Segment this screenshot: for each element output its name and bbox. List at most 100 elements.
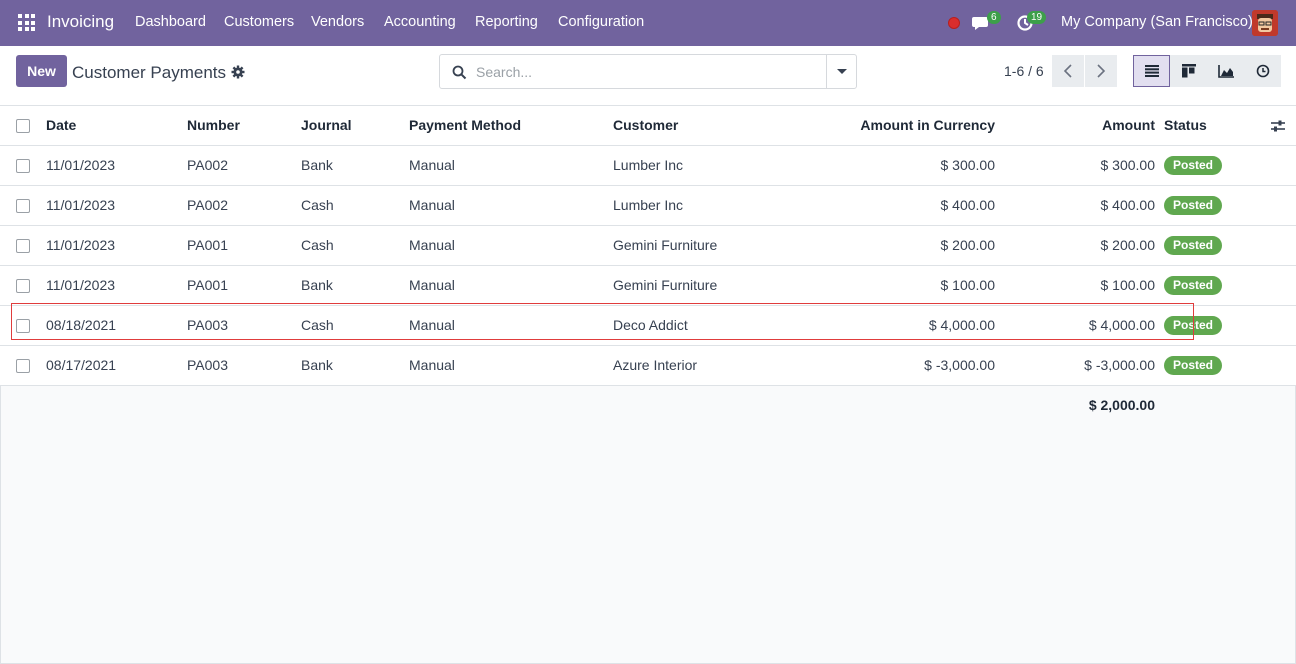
row-checkbox[interactable] bbox=[16, 239, 30, 253]
new-button[interactable]: New bbox=[16, 55, 67, 87]
table-row[interactable]: 11/01/2023 PA001 Cash Manual Gemini Furn… bbox=[0, 226, 1296, 266]
cell-date: 11/01/2023 bbox=[46, 157, 116, 173]
cell-number: PA001 bbox=[187, 277, 228, 293]
graph-view-button[interactable] bbox=[1207, 55, 1244, 87]
kanban-view-icon bbox=[1181, 64, 1196, 78]
messages-count-badge: 6 bbox=[987, 11, 1001, 24]
status-badge: Posted bbox=[1164, 356, 1223, 375]
cell-date: 08/17/2021 bbox=[46, 357, 117, 373]
status-badge: Posted bbox=[1164, 316, 1223, 335]
table-row[interactable]: 11/01/2023 PA002 Cash Manual Lumber Inc … bbox=[0, 186, 1296, 226]
cell-customer: Deco Addict bbox=[613, 317, 688, 333]
column-options-icon[interactable] bbox=[1270, 118, 1286, 134]
status-badge: Posted bbox=[1164, 236, 1223, 255]
menu-customers[interactable]: Customers bbox=[224, 14, 294, 30]
cell-journal: Bank bbox=[301, 277, 333, 293]
cell-date: 11/01/2023 bbox=[46, 237, 116, 253]
cell-journal: Cash bbox=[301, 237, 334, 253]
page-title: Customer Payments bbox=[72, 63, 226, 82]
select-all-checkbox[interactable] bbox=[16, 119, 30, 133]
cell-payment-method: Manual bbox=[409, 357, 455, 373]
company-switcher[interactable]: My Company (San Francisco) bbox=[1061, 14, 1253, 30]
cell-amount-in-currency: $ 4,000.00 bbox=[928, 317, 995, 333]
amount-total: $ 2,000.00 bbox=[1088, 397, 1155, 413]
table-header-row: Date Number Journal Payment Method Custo… bbox=[0, 106, 1296, 146]
pager-next-button[interactable] bbox=[1085, 55, 1117, 87]
search-bar bbox=[439, 54, 857, 89]
cell-amount: $ 200.00 bbox=[1100, 237, 1156, 253]
table-row[interactable]: 11/01/2023 PA001 Bank Manual Gemini Furn… bbox=[0, 266, 1296, 306]
header-amount[interactable]: Amount bbox=[1000, 106, 1155, 146]
status-badge: Posted bbox=[1164, 276, 1223, 295]
cell-date: 08/18/2021 bbox=[46, 317, 117, 333]
cell-amount-in-currency: $ 300.00 bbox=[940, 157, 996, 173]
chevron-down-icon bbox=[836, 69, 847, 74]
cell-journal: Bank bbox=[301, 357, 333, 373]
cell-date: 11/01/2023 bbox=[46, 197, 116, 213]
cell-journal: Cash bbox=[301, 317, 334, 333]
cell-amount-in-currency: $ -3,000.00 bbox=[924, 357, 995, 373]
row-checkbox[interactable] bbox=[16, 159, 30, 173]
chevron-left-icon bbox=[1063, 64, 1072, 78]
cell-journal: Cash bbox=[301, 197, 334, 213]
menu-accounting[interactable]: Accounting bbox=[384, 14, 456, 30]
status-badge: Posted bbox=[1164, 156, 1223, 175]
cell-payment-method: Manual bbox=[409, 317, 455, 333]
table-row[interactable]: 08/17/2021 PA003 Bank Manual Azure Inter… bbox=[0, 346, 1296, 386]
user-avatar[interactable] bbox=[1252, 10, 1278, 36]
top-navbar: Invoicing Dashboard Customers Vendors Ac… bbox=[0, 0, 1296, 46]
cell-payment-method: Manual bbox=[409, 197, 455, 213]
list-view-button[interactable] bbox=[1133, 55, 1170, 87]
cell-number: PA003 bbox=[187, 357, 228, 373]
cell-amount: $ 400.00 bbox=[1100, 197, 1156, 213]
cell-customer: Gemini Furniture bbox=[613, 277, 718, 293]
cell-number: PA001 bbox=[187, 237, 228, 253]
recording-indicator-icon[interactable] bbox=[948, 17, 960, 29]
menu-vendors[interactable]: Vendors bbox=[311, 14, 364, 30]
app-name[interactable]: Invoicing bbox=[47, 12, 114, 32]
cell-amount: $ 100.00 bbox=[1100, 277, 1156, 293]
cell-amount-in-currency: $ 400.00 bbox=[940, 197, 996, 213]
header-date[interactable]: Date bbox=[46, 106, 76, 146]
activities-count-badge: 19 bbox=[1027, 11, 1047, 24]
list-view-icon bbox=[1144, 65, 1159, 77]
cell-amount-in-currency: $ 200.00 bbox=[940, 237, 996, 253]
gear-icon[interactable] bbox=[231, 65, 245, 79]
cell-amount: $ 4,000.00 bbox=[1088, 317, 1155, 333]
menu-reporting[interactable]: Reporting bbox=[475, 14, 538, 30]
row-checkbox[interactable] bbox=[16, 199, 30, 213]
cell-customer: Azure Interior bbox=[613, 357, 698, 373]
cell-number: PA002 bbox=[187, 157, 228, 173]
row-checkbox[interactable] bbox=[16, 319, 30, 333]
search-input[interactable] bbox=[476, 61, 816, 83]
cell-payment-method: Manual bbox=[409, 157, 455, 173]
cell-customer: Lumber Inc bbox=[613, 197, 684, 213]
apps-menu-icon[interactable] bbox=[18, 14, 35, 31]
table-row[interactable]: 11/01/2023 PA002 Bank Manual Lumber Inc … bbox=[0, 146, 1296, 186]
header-customer[interactable]: Customer bbox=[613, 106, 678, 146]
table-row[interactable]: 08/18/2021 PA003 Cash Manual Deco Addict… bbox=[0, 306, 1296, 346]
header-number[interactable]: Number bbox=[187, 106, 240, 146]
control-panel: New Customer Payments 1-6 / 6 bbox=[0, 46, 1296, 106]
header-payment-method[interactable]: Payment Method bbox=[409, 106, 521, 146]
menu-configuration[interactable]: Configuration bbox=[558, 14, 644, 30]
header-amount-in-currency[interactable]: Amount in Currency bbox=[800, 106, 995, 146]
menu-dashboard[interactable]: Dashboard bbox=[135, 14, 206, 30]
cell-payment-method: Manual bbox=[409, 237, 455, 253]
row-checkbox[interactable] bbox=[16, 279, 30, 293]
search-options-toggle[interactable] bbox=[826, 55, 856, 88]
cell-date: 11/01/2023 bbox=[46, 277, 116, 293]
pager-previous-button[interactable] bbox=[1052, 55, 1084, 87]
chevron-right-icon bbox=[1097, 64, 1106, 78]
cell-customer: Gemini Furniture bbox=[613, 237, 718, 253]
kanban-view-button[interactable] bbox=[1170, 55, 1207, 87]
cell-payment-method: Manual bbox=[409, 277, 455, 293]
clock-icon bbox=[1256, 64, 1269, 78]
status-badge: Posted bbox=[1164, 196, 1223, 215]
header-journal[interactable]: Journal bbox=[301, 106, 352, 146]
cell-number: PA003 bbox=[187, 317, 228, 333]
header-status[interactable]: Status bbox=[1164, 106, 1207, 146]
pager-value[interactable]: 1-6 / 6 bbox=[1004, 63, 1044, 79]
activity-view-button[interactable] bbox=[1244, 55, 1281, 87]
row-checkbox[interactable] bbox=[16, 359, 30, 373]
